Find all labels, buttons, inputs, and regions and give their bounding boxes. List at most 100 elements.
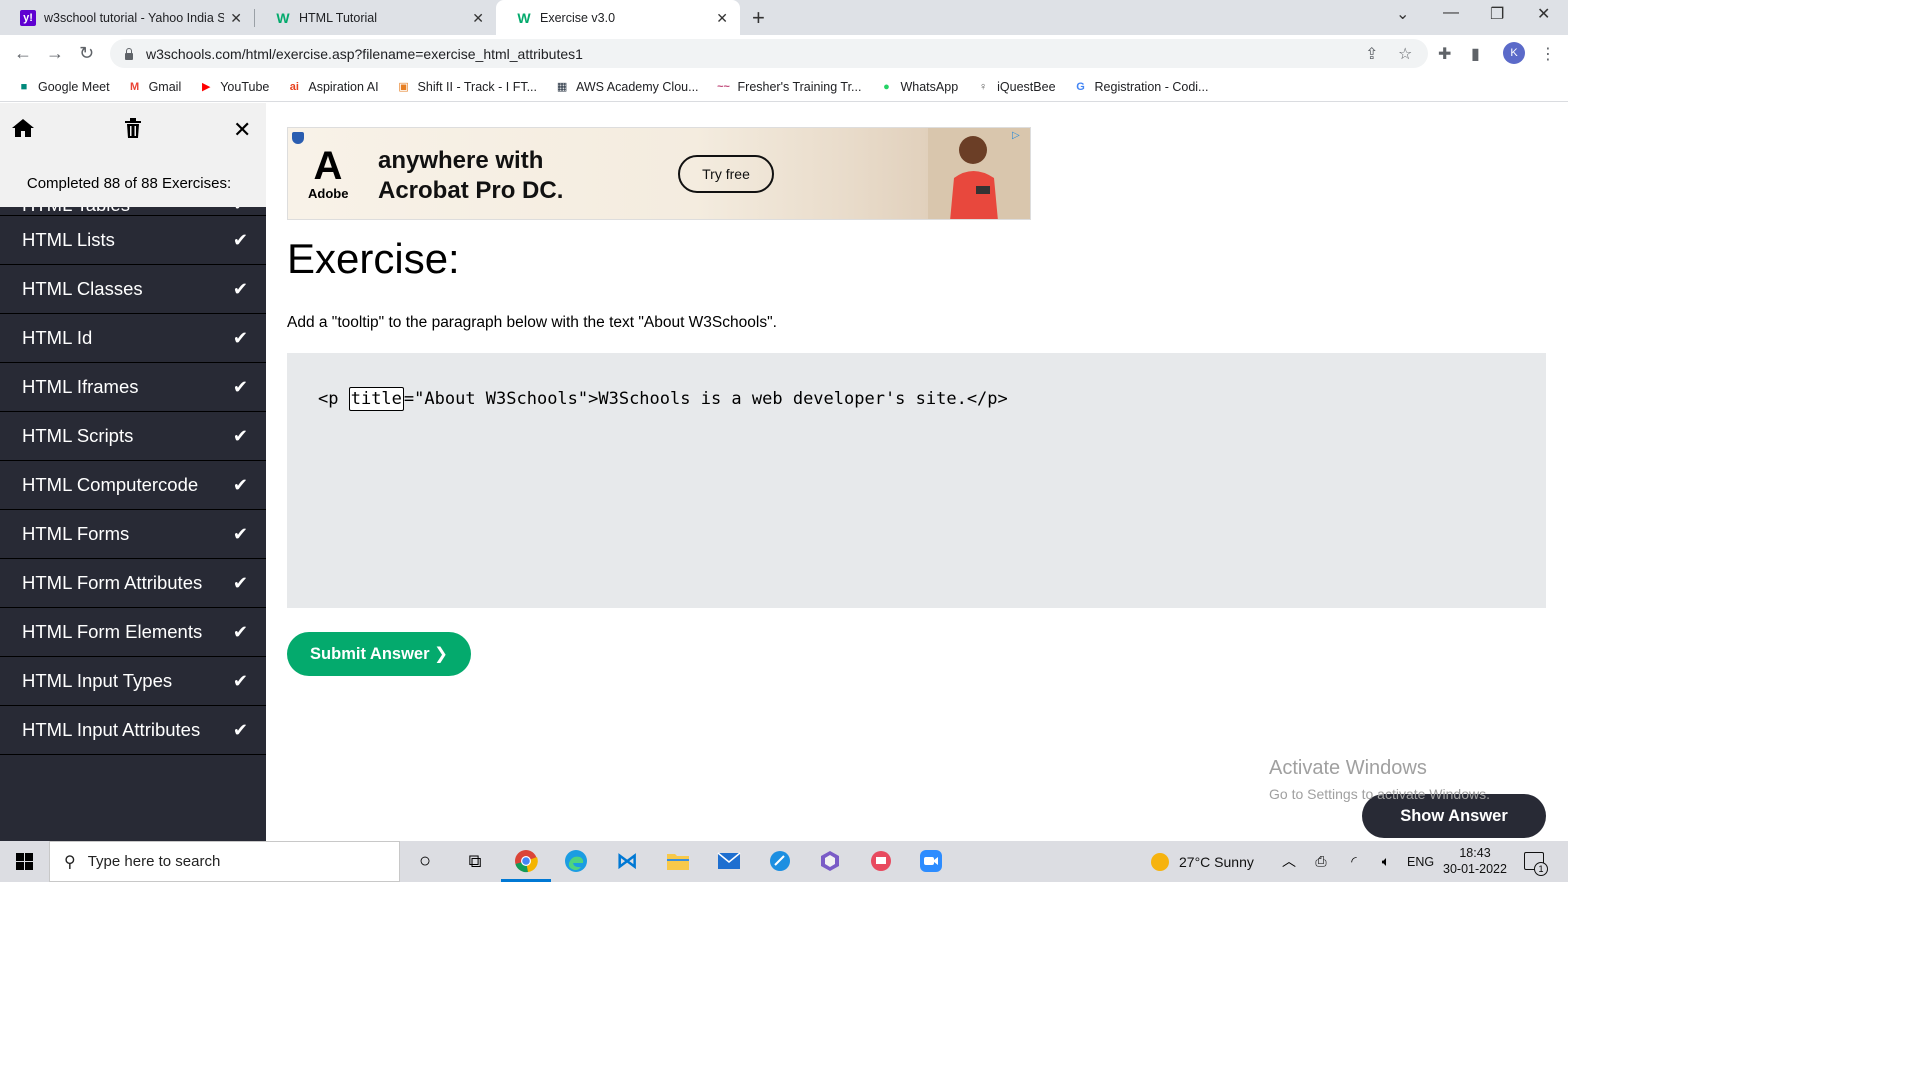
sidebar-item-html-computercode[interactable]: HTML Computercode ✔: [0, 461, 266, 510]
app-cube-icon[interactable]: [817, 848, 843, 874]
bookmark-google-meet[interactable]: ■ Google Meet: [16, 79, 110, 95]
edge-icon[interactable]: [563, 848, 589, 874]
aspiration-ai-icon: ai: [289, 80, 299, 93]
bookmark-training[interactable]: ~~ Fresher's Training Tr...: [716, 79, 861, 95]
sidebar-item-html-classes[interactable]: HTML Classes ✔: [0, 265, 266, 314]
meet-now-icon[interactable]: ⎙: [1308, 848, 1334, 874]
bookmark-aws[interactable]: ▦ AWS Academy Clou...: [554, 79, 699, 95]
sidebar-item-html-id[interactable]: HTML Id ✔: [0, 314, 266, 363]
gmail-icon: M: [129, 80, 140, 93]
bookmark-star-icon[interactable]: ☆: [1398, 44, 1412, 64]
sidebar-item-html-tables[interactable]: HTML Tables✔: [0, 207, 266, 216]
code-line: <p title ="About W3Schools">W3Schools is …: [318, 387, 1008, 411]
submit-answer-button[interactable]: Submit Answer ❯: [287, 632, 471, 676]
sidebar-item-html-form-attributes[interactable]: HTML Form Attributes ✔: [0, 559, 266, 608]
home-icon[interactable]: [11, 117, 35, 145]
trash-icon[interactable]: [123, 117, 143, 145]
checkmark-icon: ✔: [232, 229, 248, 250]
menu-icon[interactable]: ⋮: [1540, 44, 1556, 64]
yahoo-icon: y!: [20, 9, 36, 26]
windows-start-icon[interactable]: [16, 853, 33, 870]
task-view-icon[interactable]: ⧉: [462, 848, 488, 874]
cortana-icon[interactable]: ○: [412, 848, 438, 874]
sidebar-item-html-iframes[interactable]: HTML Iframes ✔: [0, 363, 266, 412]
tab-title: HTML Tutorial: [299, 10, 378, 25]
close-icon[interactable]: ✕: [716, 10, 728, 27]
checkmark-icon: ✔: [232, 572, 248, 593]
forward-icon[interactable]: →: [46, 43, 64, 64]
bookmarks-bar: ■ Google Meet M Gmail ▶ YouTube ai Aspiratio…: [0, 72, 1568, 102]
weather-widget[interactable]: 27°C Sunny: [1151, 841, 1254, 882]
side-panel-icon[interactable]: ▮: [1471, 44, 1480, 64]
vscode-icon[interactable]: ⋈: [614, 848, 640, 874]
minimize-icon[interactable]: —: [1443, 4, 1459, 22]
back-icon[interactable]: ←: [14, 43, 32, 64]
bookmark-registration[interactable]: G Registration - Codi...: [1073, 79, 1208, 95]
tab-search-chevron-icon[interactable]: ⌄: [1396, 4, 1409, 24]
w3schools-icon: W: [276, 9, 290, 26]
tab-html-tutorial[interactable]: W HTML Tutorial ✕: [255, 0, 496, 35]
checkmark-icon: ✔: [232, 278, 248, 299]
google-icon: G: [1076, 80, 1085, 93]
browser-toolbar: ← → ↻ w3schools.com/html/exercise.asp?fi…: [0, 35, 1568, 72]
share-icon[interactable]: ⇪: [1365, 44, 1378, 64]
checkmark-icon: ✔: [232, 719, 248, 740]
window-close-icon[interactable]: ✕: [1537, 4, 1550, 24]
answer-input[interactable]: title: [348, 387, 404, 411]
bookmark-youtube[interactable]: ▶ YouTube: [198, 79, 269, 95]
sidebar-item-html-scripts[interactable]: HTML Scripts ✔: [0, 412, 266, 461]
google-meet-icon: ■: [20, 80, 28, 93]
bookmark-whatsapp[interactable]: ● WhatsApp: [878, 79, 958, 95]
taskbar-search[interactable]: ⚲ Type here to search: [49, 841, 400, 882]
code-before: <p: [318, 389, 349, 409]
bookmark-gmail[interactable]: M Gmail: [127, 79, 181, 95]
chrome-icon[interactable]: [513, 848, 539, 874]
show-hidden-icons-icon[interactable]: ︿: [1276, 848, 1302, 874]
exercise-title: Exercise:: [287, 235, 460, 282]
active-app-indicator: [501, 879, 551, 882]
language-indicator[interactable]: ENG: [1407, 841, 1434, 882]
bookmark-iquestbee[interactable]: ♀ iQuestBee: [975, 79, 1056, 95]
adobe-a-icon: A: [313, 144, 343, 188]
new-tab-icon[interactable]: +: [752, 5, 765, 31]
wifi-icon[interactable]: ◜: [1341, 848, 1367, 874]
close-icon[interactable]: ✕: [472, 10, 484, 27]
ad-headline: anywhere with Acrobat Pro DC.: [378, 147, 564, 204]
bookmark-shift[interactable]: ▣ Shift II - Track - I FT...: [396, 79, 537, 95]
ad-choices-shield-icon[interactable]: [292, 132, 304, 144]
checkmark-icon: ✔: [232, 474, 248, 495]
tab-exercise[interactable]: W Exercise v3.0 ✕: [496, 0, 740, 35]
shift-icon: ▣: [398, 81, 409, 93]
clock[interactable]: 18:43 30-01-2022: [1440, 845, 1510, 877]
sidebar-item-html-form-elements[interactable]: HTML Form Elements ✔: [0, 608, 266, 657]
snip-icon[interactable]: [767, 848, 793, 874]
profile-avatar[interactable]: K: [1503, 42, 1525, 64]
advertisement-banner[interactable]: A Adobe anywhere with Acrobat Pro DC. Tr…: [287, 127, 1031, 220]
close-sidebar-icon[interactable]: ✕: [233, 117, 251, 143]
file-explorer-icon[interactable]: [665, 848, 691, 874]
sidebar-item-html-input-types[interactable]: HTML Input Types ✔: [0, 657, 266, 706]
lock-icon[interactable]: [124, 47, 134, 60]
sidebar-item-html-input-attributes[interactable]: HTML Input Attributes ✔: [0, 706, 266, 755]
reload-icon[interactable]: ↻: [79, 43, 94, 64]
sidebar-item-html-forms[interactable]: HTML Forms ✔: [0, 510, 266, 559]
bookmark-aspiration-ai[interactable]: ai Aspiration AI: [286, 79, 379, 95]
mail-icon[interactable]: [716, 848, 742, 874]
zoom-icon[interactable]: [918, 848, 944, 874]
close-icon[interactable]: ✕: [230, 10, 242, 27]
ad-info-icon[interactable]: ▷: [1012, 130, 1026, 144]
training-icon: ~~: [717, 80, 730, 93]
url-text: w3schools.com/html/exercise.asp?filename…: [146, 45, 583, 62]
main-content: A Adobe anywhere with Acrobat Pro DC. Tr…: [266, 103, 1568, 841]
app-screen-icon[interactable]: [868, 848, 894, 874]
tab-yahoo[interactable]: y! w3school tutorial - Yahoo India S ✕: [0, 0, 254, 35]
volume-icon[interactable]: 🔈︎: [1373, 848, 1399, 874]
tab-strip: y! w3school tutorial - Yahoo India S ✕ W…: [0, 0, 1568, 35]
sidebar-item-html-lists[interactable]: HTML Lists ✔: [0, 216, 266, 265]
ad-try-free-button[interactable]: Try free: [678, 155, 774, 193]
address-bar[interactable]: w3schools.com/html/exercise.asp?filename…: [110, 39, 1428, 68]
windows-taskbar: ⚲ Type here to search ○ ⧉ ⋈ 27°C Sunny ︿…: [0, 841, 1568, 882]
exercise-sidebar: ✕ Completed 88 of 88 Exercises: HTML Tab…: [0, 103, 266, 841]
extensions-icon[interactable]: ✚: [1438, 44, 1451, 64]
restore-icon[interactable]: ❐: [1490, 4, 1504, 24]
